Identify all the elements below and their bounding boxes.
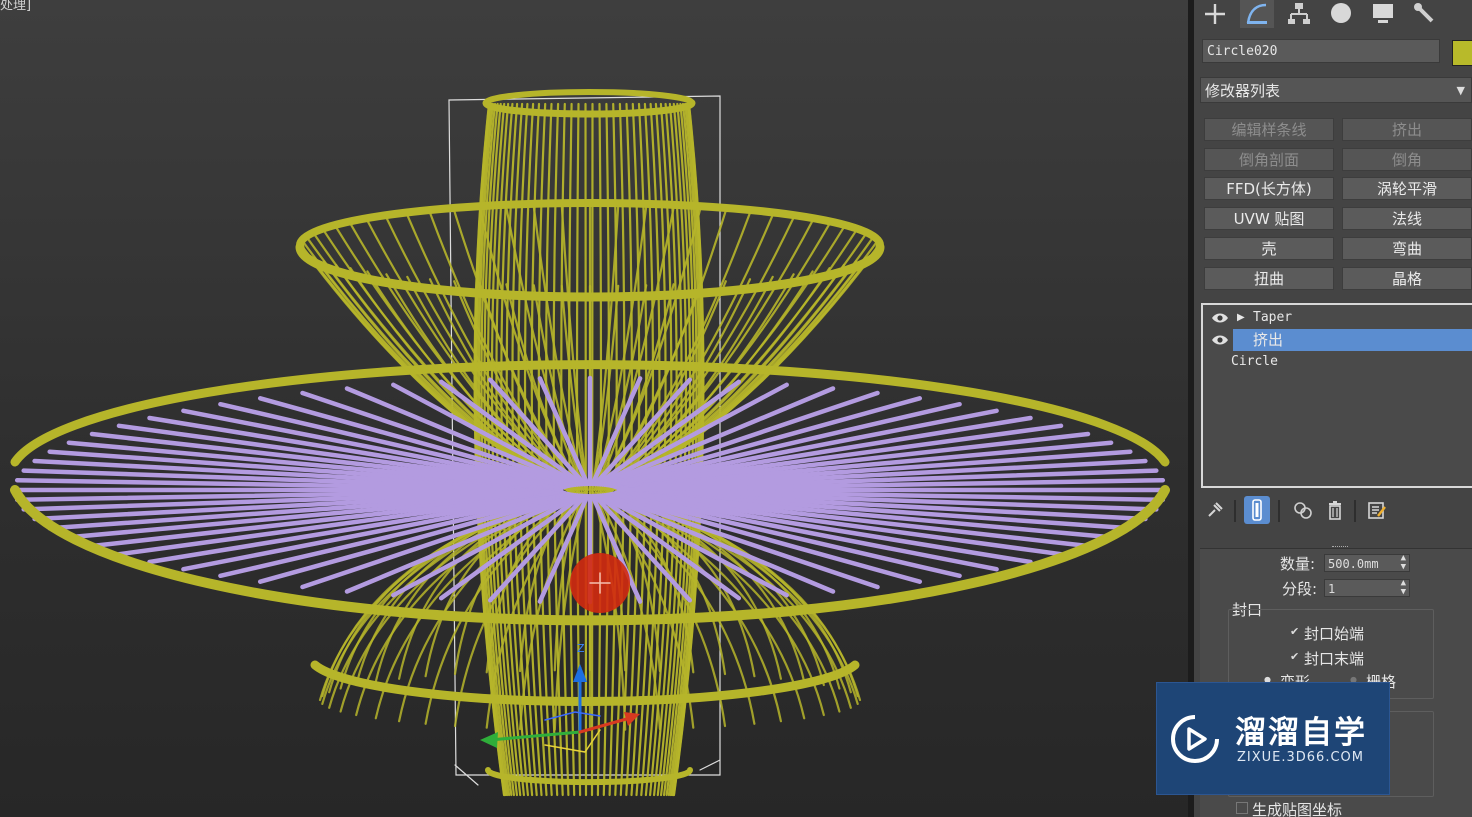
make-unique-icon[interactable] [1290, 496, 1316, 524]
show-end-result-icon[interactable] [1244, 496, 1270, 524]
watermark-url: ZIXUE.3D66.COM [1237, 750, 1364, 765]
stack-item-label: Taper [1253, 310, 1293, 325]
modifier-list-dropdown[interactable]: 修改器列表 ▼ [1200, 77, 1472, 103]
toolbar-divider [1234, 500, 1236, 522]
play-logo-icon [1171, 715, 1219, 763]
modifier-button-ffd-box[interactable]: FFD(长方体) [1204, 177, 1334, 200]
stack-item-circle[interactable]: Circle [1203, 351, 1472, 373]
chevron-down-icon: ▼ [1456, 84, 1465, 97]
vase-rib [583, 102, 588, 797]
gizmo-z-label: Z [577, 642, 585, 655]
modifier-button-shell[interactable]: 壳 [1204, 237, 1334, 260]
pin-stack-icon[interactable] [1202, 496, 1228, 524]
amount-value: 500.0mm [1328, 557, 1379, 571]
gen-mapping-checkbox[interactable] [1236, 802, 1248, 814]
stack-item-label: Circle [1231, 354, 1278, 369]
spinner-arrows-icon[interactable]: ▲ ▼ [1401, 579, 1406, 597]
perspective-viewport[interactable]: Z 处理] [0, 0, 1188, 817]
modifier-button-uvw-map[interactable]: UVW 贴图 [1204, 207, 1334, 230]
modifier-button-extrude[interactable]: 挤出 [1342, 118, 1472, 141]
expand-triangle-icon[interactable]: ▶ [1237, 307, 1245, 329]
modifier-button-twist[interactable]: 扭曲 [1204, 267, 1334, 290]
modifier-button-edit-spline[interactable]: 编辑样条线 [1204, 118, 1334, 141]
modify-icon[interactable] [1240, 0, 1274, 28]
amount-label: 数量: [1280, 555, 1316, 573]
amount-spinner[interactable]: 500.0mm ▲ ▼ [1324, 554, 1410, 572]
viewport-label[interactable]: 处理] [0, 0, 31, 13]
watermark-logo: 溜溜自学 ZIXUE.3D66.COM [1156, 682, 1390, 795]
cap-end-label[interactable]: 封口末端 [1304, 648, 1364, 669]
display-icon[interactable] [1366, 0, 1400, 28]
object-color-swatch[interactable] [1452, 40, 1472, 66]
object-name-field[interactable]: Circle020 [1202, 39, 1440, 63]
modifier-button-bevel-profile[interactable]: 倒角剖面 [1204, 148, 1334, 171]
stack-toolbar [1202, 496, 1402, 526]
gizmo-y-arrow [480, 732, 498, 748]
toolbar-divider [1278, 500, 1280, 522]
modifier-stack[interactable]: ▶ Taper 挤出 Circle [1201, 303, 1472, 488]
stack-item-extrude[interactable]: 挤出 [1203, 329, 1472, 351]
cap-start-checkbox[interactable]: ✔ [1290, 626, 1302, 638]
gen-mapping-label[interactable]: 生成贴图坐标 [1252, 799, 1342, 817]
utilities-wrench-icon[interactable] [1408, 0, 1442, 28]
modifier-button-bend[interactable]: 弯曲 [1342, 237, 1472, 260]
watermark-title: 溜溜自学 [1235, 715, 1367, 751]
stack-item-label: 挤出 [1253, 331, 1284, 349]
eye-icon[interactable] [1211, 312, 1229, 324]
segments-label: 分段: [1282, 580, 1318, 598]
eye-icon[interactable] [1211, 334, 1229, 346]
modifier-button-bevel[interactable]: 倒角 [1342, 148, 1472, 171]
create-plus-icon[interactable] [1198, 0, 1232, 28]
motion-icon[interactable] [1324, 0, 1358, 28]
segments-spinner[interactable]: 1 ▲ ▼ [1324, 579, 1410, 597]
modifier-button-normal[interactable]: 法线 [1342, 207, 1472, 230]
gizmo-x-arrow [624, 712, 640, 726]
cap-end-checkbox[interactable]: ✔ [1290, 651, 1302, 663]
spinner-arrows-icon[interactable]: ▲ ▼ [1401, 554, 1406, 572]
toolbar-divider [1354, 500, 1356, 522]
3d-scene[interactable]: Z [0, 0, 1188, 817]
modifier-button-turbosmooth[interactable]: 涡轮平滑 [1342, 177, 1472, 200]
hierarchy-icon[interactable] [1282, 0, 1316, 28]
stack-item-taper[interactable]: ▶ Taper [1203, 307, 1472, 329]
remove-modifier-icon[interactable] [1322, 496, 1348, 524]
segments-value: 1 [1328, 582, 1336, 596]
configure-modifier-sets-icon[interactable] [1364, 496, 1390, 524]
modifier-button-lattice[interactable]: 晶格 [1342, 267, 1472, 290]
modifier-list-label: 修改器列表 [1205, 82, 1281, 100]
cap-start-label[interactable]: 封口始端 [1304, 623, 1364, 644]
